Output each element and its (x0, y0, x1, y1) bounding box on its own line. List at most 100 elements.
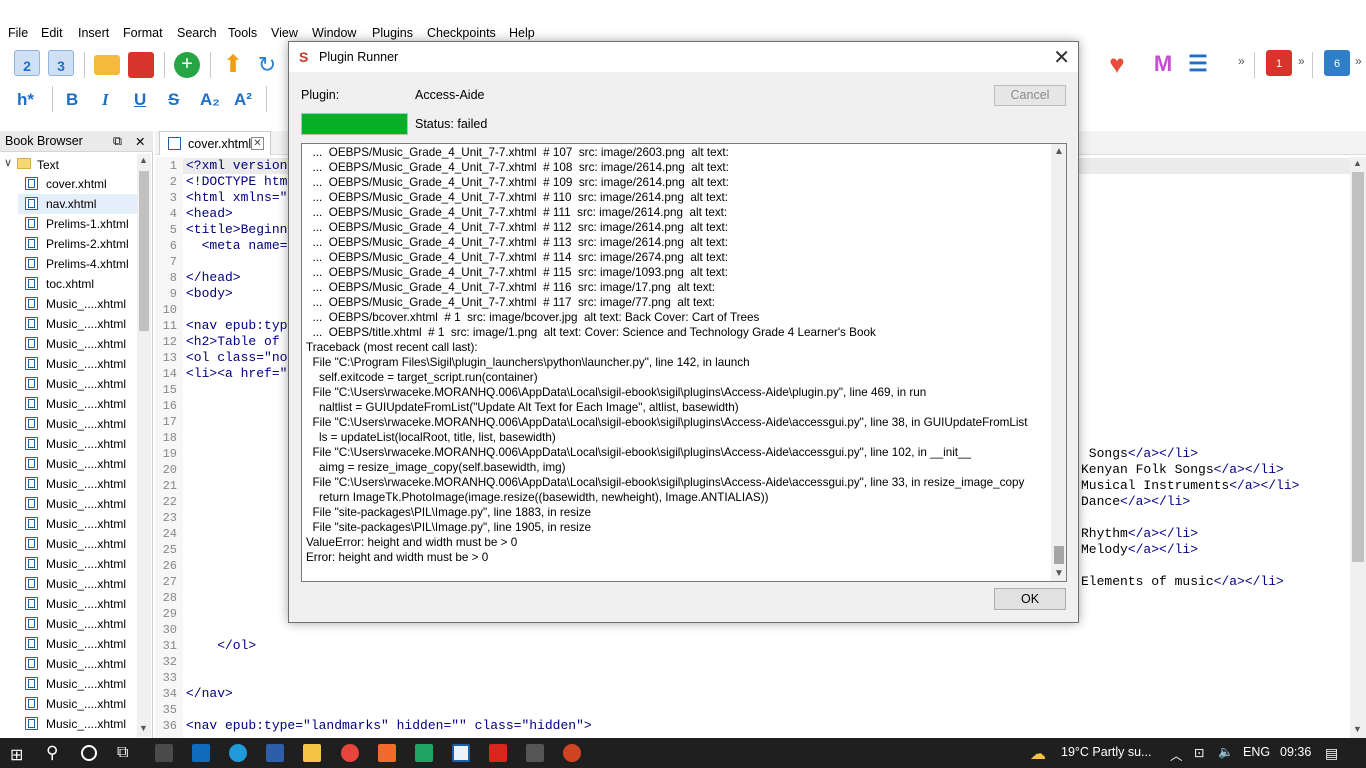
scroll-up-icon[interactable]: ▲ (1353, 158, 1362, 168)
scroll-down-icon[interactable]: ▼ (139, 723, 148, 733)
upload-arrow-icon[interactable]: ⬆ (220, 52, 246, 78)
task-view-icon[interactable]: ⧉ (117, 744, 128, 762)
store-icon[interactable] (155, 744, 173, 762)
sigil-editor-icon[interactable] (452, 744, 470, 762)
file-list-item[interactable]: Prelims-1.xhtml (18, 214, 138, 234)
overflow-icon[interactable]: » (1355, 54, 1362, 68)
open-folder-icon[interactable] (94, 55, 120, 75)
notifications-icon[interactable]: ▤ (1325, 745, 1338, 762)
overflow-icon[interactable]: » (1298, 54, 1305, 68)
add-file-icon[interactable]: + (174, 52, 200, 78)
sigil-taskbar-icon[interactable] (526, 744, 544, 762)
file-list-item[interactable]: toc.xhtml (18, 274, 138, 294)
log-scroll-thumb[interactable] (1054, 546, 1064, 564)
file-list-item[interactable]: Music_....xhtml (18, 614, 138, 634)
chart-app-icon[interactable] (266, 744, 284, 762)
bold-button[interactable]: B (66, 90, 78, 110)
file-list-item[interactable]: Music_....xhtml (18, 694, 138, 714)
file-list-item[interactable]: Music_....xhtml (18, 594, 138, 614)
volume-icon[interactable]: 🔈 (1218, 745, 1234, 760)
file-list-item[interactable]: Music_....xhtml (18, 574, 138, 594)
network-icon[interactable]: ⊡ (1194, 745, 1204, 760)
file-list-item[interactable]: Music_....xhtml (18, 534, 138, 554)
file-list-item[interactable]: Music_....xhtml (18, 374, 138, 394)
file-list-item[interactable]: Music_....xhtml (18, 354, 138, 374)
powerpoint-icon[interactable] (563, 744, 581, 762)
chevron-down-icon[interactable]: ∨ (4, 156, 12, 169)
scroll-up-icon[interactable]: ▲ (1054, 146, 1064, 157)
m-plugin-icon[interactable]: M (1150, 50, 1176, 76)
file-list-item[interactable]: Music_....xhtml (18, 414, 138, 434)
menu-view[interactable]: View (271, 26, 298, 40)
file-list-item[interactable]: Prelims-4.xhtml (18, 254, 138, 274)
close-tab-icon[interactable]: ✕ (251, 137, 264, 150)
file-list-item[interactable]: Prelims-2.xhtml (18, 234, 138, 254)
drive-icon[interactable] (415, 744, 433, 762)
language-indicator[interactable]: ENG (1243, 745, 1270, 759)
file-list-item[interactable]: nav.xhtml (18, 194, 138, 214)
plugin-blue-icon[interactable]: 6 (1324, 50, 1350, 76)
ok-button[interactable]: OK (994, 588, 1066, 610)
file-list-item[interactable]: Music_....xhtml (18, 714, 138, 734)
scroll-up-icon[interactable]: ▲ (139, 155, 148, 165)
file-list-item[interactable]: Music_....xhtml (18, 334, 138, 354)
editor-scroll-thumb[interactable] (1352, 172, 1364, 562)
outlook-icon[interactable] (192, 744, 210, 762)
menu-edit[interactable]: Edit (41, 26, 63, 40)
file-list-item[interactable]: Music_....xhtml (18, 474, 138, 494)
heading-2-icon[interactable]: 2 (14, 50, 40, 76)
edge-icon[interactable] (229, 744, 247, 762)
chrome-icon[interactable] (341, 744, 359, 762)
book-browser-scroll-thumb[interactable] (139, 171, 149, 331)
log-output[interactable]: ... OEBPS/Music_Grade_4_Unit_7-7.xhtml #… (301, 143, 1067, 582)
tree-folder-text[interactable]: ∨ Text (0, 154, 136, 174)
file-list-item[interactable]: Music_....xhtml (18, 674, 138, 694)
italic-button[interactable]: I (102, 90, 109, 110)
search-icon[interactable]: ⚲ (46, 743, 58, 763)
file-list-item[interactable]: cover.xhtml (18, 174, 138, 194)
windows-start-icon[interactable]: ⊞ (10, 745, 23, 765)
close-icon[interactable]: ✕ (135, 134, 145, 149)
cancel-button[interactable]: Cancel (994, 85, 1066, 106)
chevron-up-icon[interactable]: ︿ (1170, 745, 1183, 764)
undock-icon[interactable]: ⧉ (113, 134, 122, 149)
underline-button[interactable]: U (134, 90, 146, 110)
tab-cover-xhtml[interactable]: cover.xhtml ✕ (159, 131, 271, 155)
menu-help[interactable]: Help (509, 26, 535, 40)
cortana-icon[interactable] (81, 745, 97, 761)
file-list-item[interactable]: Music_....xhtml (18, 494, 138, 514)
menu-insert[interactable]: Insert (78, 26, 109, 40)
weather-text[interactable]: 19°C Partly su... (1061, 745, 1151, 759)
log-scrollbar[interactable]: ▲ ▼ (1051, 144, 1066, 581)
menu-tools[interactable]: Tools (228, 26, 257, 40)
save-icon[interactable] (128, 52, 154, 78)
acrobat-icon[interactable] (489, 744, 507, 762)
file-list-item[interactable]: Music_....xhtml (18, 434, 138, 454)
file-list-item[interactable]: Music_....xhtml (18, 634, 138, 654)
plugin-red-icon[interactable]: 1 (1266, 50, 1292, 76)
refresh-icon[interactable]: ↻ (254, 52, 280, 78)
menu-checkpoints[interactable]: Checkpoints (427, 26, 496, 40)
superscript-button[interactable]: A² (234, 90, 252, 110)
file-list-item[interactable]: Music_....xhtml (18, 554, 138, 574)
menu-search[interactable]: Search (177, 26, 217, 40)
close-icon[interactable]: ✕ (1053, 45, 1070, 70)
menu-window[interactable]: Window (312, 26, 356, 40)
subscript-button[interactable]: A₂ (200, 90, 220, 110)
heading-3-icon[interactable]: 3 (48, 50, 74, 76)
clock[interactable]: 09:36 (1280, 745, 1311, 759)
file-explorer-icon[interactable] (303, 744, 321, 762)
file-list-item[interactable]: Music_....xhtml (18, 294, 138, 314)
heart-icon[interactable]: ♥ (1104, 50, 1130, 78)
overflow-icon[interactable]: » (1238, 54, 1245, 68)
list-icon[interactable]: ☰ (1185, 50, 1211, 76)
menu-plugins[interactable]: Plugins (372, 26, 413, 40)
brave-icon[interactable] (378, 744, 396, 762)
file-list-item[interactable]: Music_....xhtml (18, 314, 138, 334)
file-list-item[interactable]: Music_....xhtml (18, 394, 138, 414)
strikethrough-button[interactable]: S (168, 90, 179, 110)
scroll-down-icon[interactable]: ▼ (1353, 724, 1362, 734)
heading-menu-button[interactable]: h* (17, 90, 34, 110)
menu-file[interactable]: File (8, 26, 28, 40)
menu-format[interactable]: Format (123, 26, 163, 40)
